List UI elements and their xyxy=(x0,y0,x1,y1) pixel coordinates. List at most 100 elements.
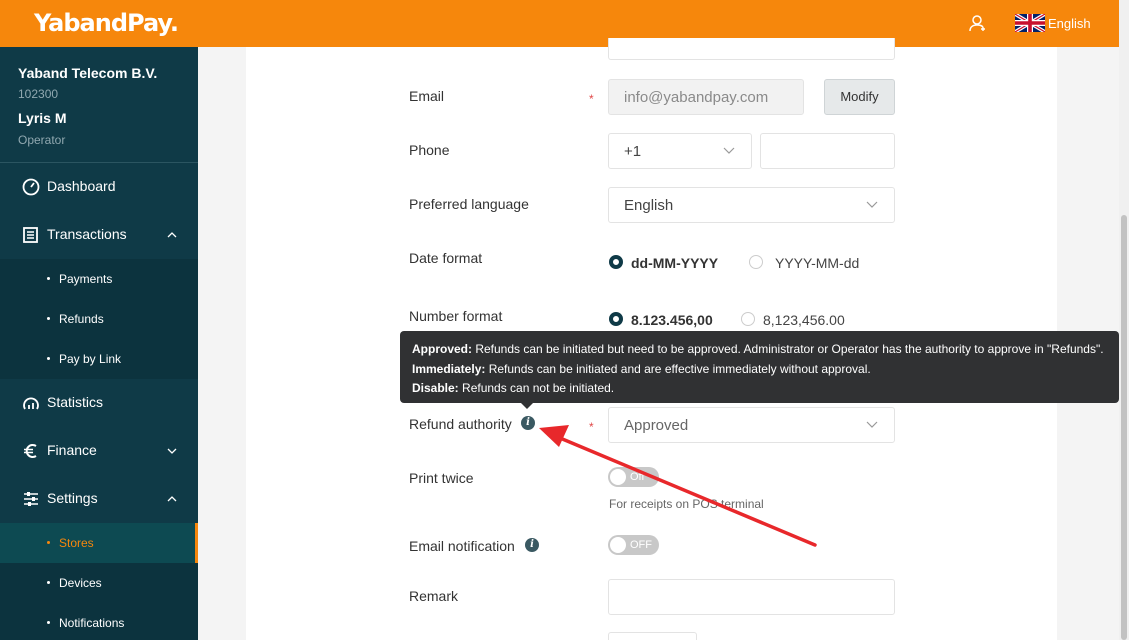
required-mark: * xyxy=(589,420,594,434)
email-label: Email xyxy=(409,88,445,104)
preferred-language-label: Preferred language xyxy=(409,196,529,212)
number-format-option-1[interactable]: 8.123.456,00 xyxy=(631,312,713,328)
chevron-down-icon xyxy=(167,448,177,454)
transactions-submenu: Payments Refunds Pay by Link xyxy=(0,259,198,379)
chevron-up-icon xyxy=(167,496,177,502)
scrollbar[interactable] xyxy=(1119,0,1129,640)
bullet-icon xyxy=(47,277,50,280)
sidebar-item-transactions[interactable]: Transactions xyxy=(0,211,198,259)
refund-authority-label: Refund authority xyxy=(409,416,512,432)
sidebar-item-payments[interactable]: Payments xyxy=(0,259,198,299)
sidebar-item-label: Devices xyxy=(59,576,102,590)
toggle-text: Off xyxy=(630,471,645,483)
phone-label: Phone xyxy=(409,142,450,158)
sidebar-item-dashboard[interactable]: Dashboard xyxy=(0,163,198,211)
chevron-down-icon xyxy=(866,421,878,428)
gauge-icon xyxy=(22,178,40,196)
euro-icon xyxy=(24,444,37,458)
phone-input[interactable] xyxy=(760,133,895,169)
print-twice-toggle[interactable]: Off xyxy=(608,467,659,487)
toggle-knob xyxy=(610,537,626,553)
sidebar-item-statistics[interactable]: Statistics xyxy=(0,379,198,427)
active-indicator xyxy=(195,523,198,563)
required-mark: * xyxy=(589,92,594,106)
date-format-radio-2[interactable] xyxy=(749,255,763,269)
email-notification-label: Email notification xyxy=(409,538,515,554)
tooltip-line-approved: Approved: Refunds can be initiated but n… xyxy=(412,342,1104,356)
email-field: info@yabandpay.com xyxy=(608,79,804,115)
bullet-icon xyxy=(47,357,50,360)
bullet-icon xyxy=(47,581,50,584)
list-icon xyxy=(23,227,38,243)
scrollbar-thumb[interactable] xyxy=(1121,215,1127,640)
sidebar: Yaband Telecom B.V. 102300 Lyris M Opera… xyxy=(0,47,198,640)
toggle-knob xyxy=(610,469,626,485)
language-selector[interactable]: English xyxy=(1048,16,1091,31)
sidebar-item-label: Transactions xyxy=(47,226,127,242)
sidebar-item-label: Notifications xyxy=(59,616,125,630)
user-icon[interactable] xyxy=(969,14,987,32)
date-format-option-1[interactable]: dd-MM-YYYY xyxy=(631,255,718,271)
remark-label: Remark xyxy=(409,588,459,604)
bullet-icon xyxy=(47,621,50,624)
date-format-radio-1[interactable] xyxy=(609,255,623,269)
refund-authority-tooltip: Approved: Refunds can be initiated but n… xyxy=(400,331,1119,403)
email-value: info@yabandpay.com xyxy=(624,89,769,106)
remark-input[interactable] xyxy=(608,579,895,615)
chevron-up-icon xyxy=(167,232,177,238)
number-format-label: Number format xyxy=(409,308,503,324)
phone-code-value: +1 xyxy=(624,143,642,160)
user-role: Operator xyxy=(18,133,66,147)
phone-code-select[interactable]: +1 xyxy=(608,133,752,169)
sidebar-item-label: Pay by Link xyxy=(59,352,122,366)
sidebar-item-finance[interactable]: Finance xyxy=(0,427,198,475)
company-name: Yaband Telecom B.V. xyxy=(18,65,158,81)
sidebar-item-settings[interactable]: Settings xyxy=(0,475,198,523)
date-format-option-2[interactable]: YYYY-MM-dd xyxy=(775,255,859,271)
logo[interactable]: YabandPay. xyxy=(34,9,179,37)
date-format-label: Date format xyxy=(409,250,483,266)
info-icon[interactable]: i xyxy=(521,416,535,430)
sidebar-item-label: Refunds xyxy=(59,312,104,326)
sidebar-item-label: Stores xyxy=(59,536,94,550)
user-name: Lyris M xyxy=(18,110,67,126)
number-format-radio-2[interactable] xyxy=(741,312,755,326)
sidebar-item-devices[interactable]: Devices xyxy=(0,563,198,603)
bullet-icon xyxy=(47,317,50,320)
bullet-icon xyxy=(47,541,50,544)
number-format-radio-1[interactable] xyxy=(609,312,623,326)
sidebar-item-label: Finance xyxy=(47,442,97,458)
toggle-text: OFF xyxy=(630,539,652,551)
sidebar-item-stores[interactable]: Stores xyxy=(0,523,198,563)
print-twice-hint: For receipts on POS terminal xyxy=(609,497,764,511)
sidebar-item-pay-by-link[interactable]: Pay by Link xyxy=(0,339,198,379)
next-field[interactable] xyxy=(608,632,697,640)
refund-authority-select[interactable]: Approved xyxy=(608,407,895,443)
email-notification-toggle[interactable]: OFF xyxy=(608,535,659,555)
number-format-option-2[interactable]: 8,123,456.00 xyxy=(763,312,845,328)
top-bar: YabandPay. English xyxy=(0,0,1119,47)
sidebar-item-label: Dashboard xyxy=(47,178,116,194)
tooltip-line-disable: Disable: Refunds can not be initiated. xyxy=(412,381,615,395)
chevron-down-icon xyxy=(723,147,735,154)
tooltip-arrow xyxy=(521,403,533,409)
info-icon[interactable]: i xyxy=(525,538,539,552)
settings-submenu: Stores Devices Notifications xyxy=(0,523,198,640)
company-id: 102300 xyxy=(18,87,59,101)
uk-flag-icon[interactable] xyxy=(1015,14,1045,32)
tooltip-line-immediately: Immediately: Refunds can be initiated an… xyxy=(412,361,871,376)
sidebar-item-refunds[interactable]: Refunds xyxy=(0,299,198,339)
previous-field[interactable] xyxy=(608,38,895,60)
print-twice-label: Print twice xyxy=(409,470,474,486)
sidebar-item-label: Payments xyxy=(59,272,113,286)
refund-authority-value: Approved xyxy=(624,417,689,434)
chart-icon xyxy=(23,397,39,410)
sidebar-item-label: Statistics xyxy=(47,394,104,410)
sidebar-item-label: Settings xyxy=(47,490,98,506)
preferred-language-value: English xyxy=(624,197,674,214)
sidebar-item-notifications[interactable]: Notifications xyxy=(0,603,198,640)
chevron-down-icon xyxy=(866,201,878,208)
sliders-icon xyxy=(24,492,38,506)
preferred-language-select[interactable]: English xyxy=(608,187,895,223)
modify-button[interactable]: Modify xyxy=(824,79,895,115)
